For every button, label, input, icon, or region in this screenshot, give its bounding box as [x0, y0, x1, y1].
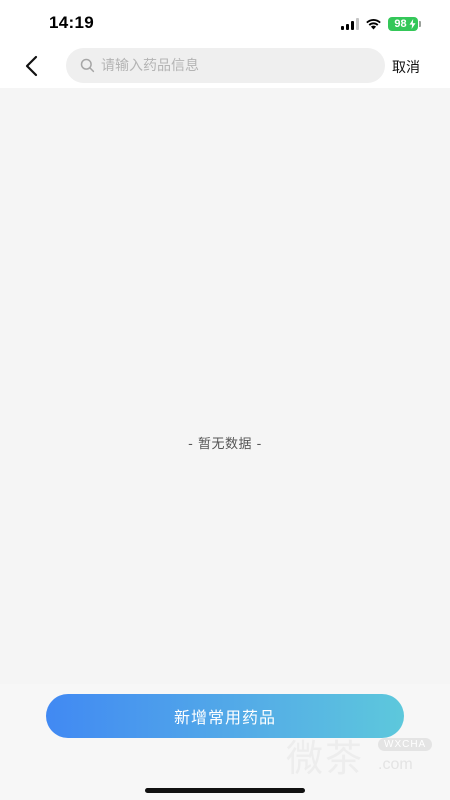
status-bar: 14:19 98	[0, 0, 450, 46]
search-header: 取消	[0, 46, 450, 88]
chevron-left-icon	[25, 55, 38, 77]
home-indicator	[145, 788, 305, 793]
status-icons: 98	[341, 16, 421, 32]
results-area: - 暂无数据 -	[0, 88, 450, 684]
signal-icon	[341, 18, 359, 30]
add-common-medicine-button[interactable]: 新增常用药品	[46, 694, 404, 738]
search-box[interactable]	[66, 48, 385, 83]
back-button[interactable]	[20, 52, 44, 80]
status-time: 14:19	[49, 13, 94, 32]
cancel-button[interactable]: 取消	[392, 57, 420, 77]
battery-cap	[419, 21, 421, 27]
bottom-bar: 新增常用药品	[0, 684, 450, 800]
empty-state-text: - 暂无数据 -	[188, 437, 262, 452]
wifi-icon	[366, 19, 381, 30]
search-icon	[80, 58, 95, 73]
bolt-icon	[409, 19, 416, 29]
battery-icon: 98	[388, 17, 421, 31]
search-input[interactable]	[101, 50, 371, 81]
